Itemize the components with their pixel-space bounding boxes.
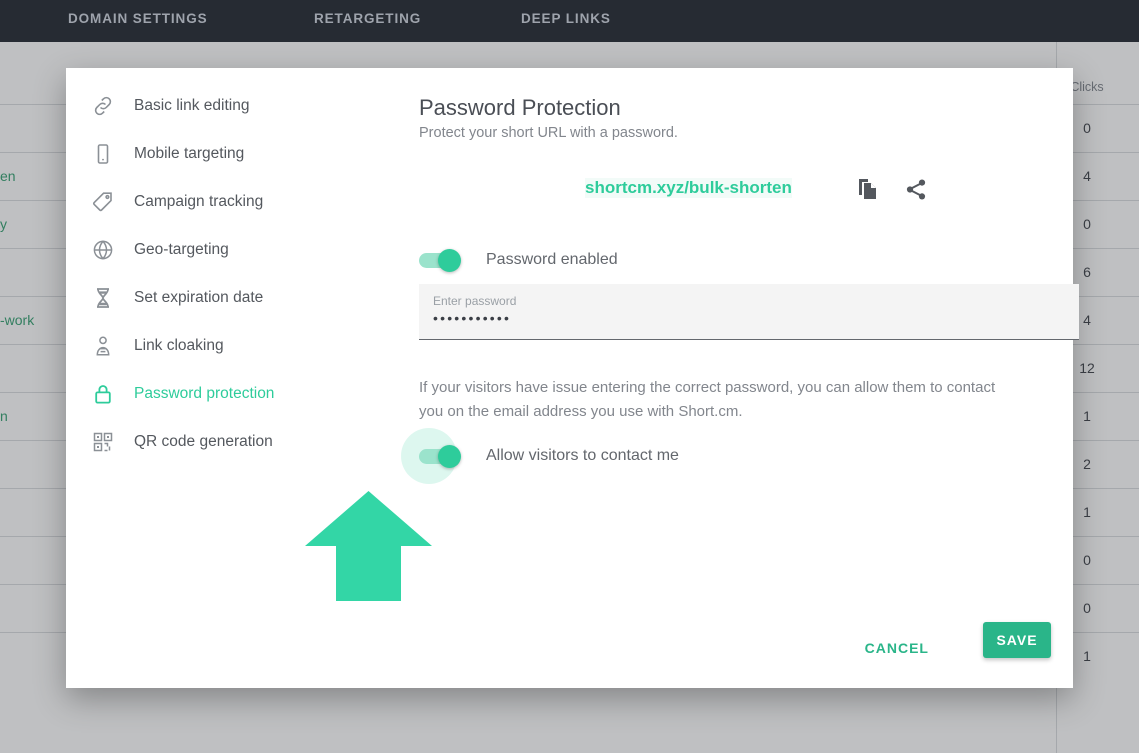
top-navigation-bar: DOMAIN SETTINGS RETARGETING DEEP LINKS [0, 0, 1139, 42]
page-subtitle: Protect your short URL with a password. [419, 125, 678, 141]
sidebar-item-label: Mobile targeting [134, 145, 244, 163]
link-icon [90, 93, 116, 119]
sidebar-item-password-protection[interactable]: Password protection [90, 370, 345, 418]
sidebar-item-geo-targeting[interactable]: Geo-targeting [90, 226, 345, 274]
tag-icon [90, 189, 116, 215]
modal-main-pane: Password Protection Protect your short U… [351, 68, 1073, 688]
modal-footer: CANCEL SAVE [351, 610, 1073, 688]
password-input-field[interactable]: Enter password ••••••••••• [419, 284, 1079, 340]
sidebar-item-label: Geo-targeting [134, 241, 229, 259]
sidebar-item-campaign-tracking[interactable]: Campaign tracking [90, 178, 345, 226]
nav-tab-2[interactable]: DEEP LINKS [521, 11, 611, 26]
short-url-row: shortcm.xyz/bulk-shorten [419, 172, 1079, 212]
lock-icon [90, 381, 116, 407]
sidebar-item-label: Basic link editing [134, 97, 249, 115]
share-icon[interactable] [901, 174, 931, 204]
copy-icon[interactable] [853, 174, 883, 204]
contact-toggle-row: Allow visitors to contact me [419, 436, 679, 476]
save-button[interactable]: SAVE [983, 622, 1051, 658]
toggle-knob [438, 445, 461, 468]
password-enabled-toggle-row: Password enabled [419, 240, 618, 280]
sidebar-item-label: Password protection [134, 385, 274, 403]
allow-contact-label: Allow visitors to contact me [486, 447, 679, 465]
cloak-icon [90, 333, 116, 359]
sidebar-item-qr-code-generation[interactable]: QR code generation [90, 418, 345, 466]
contact-help-text: If your visitors have issue entering the… [419, 376, 999, 424]
page-title: Password Protection [419, 95, 621, 121]
password-enabled-label: Password enabled [486, 251, 618, 269]
sidebar-item-basic-link-editing[interactable]: Basic link editing [90, 82, 345, 130]
toggle-knob [438, 249, 461, 272]
nav-tab-0[interactable]: DOMAIN SETTINGS [68, 11, 208, 26]
sidebar-item-label: Campaign tracking [134, 193, 263, 211]
sidebar-item-mobile-targeting[interactable]: Mobile targeting [90, 130, 345, 178]
sidebar-item-label: QR code generation [134, 433, 273, 451]
sidebar-item-label: Link cloaking [134, 337, 224, 355]
short-url-text[interactable]: shortcm.xyz/bulk-shorten [585, 178, 792, 198]
password-enabled-toggle[interactable] [419, 253, 459, 268]
sidebar-item-link-cloaking[interactable]: Link cloaking [90, 322, 345, 370]
sidebar-item-set-expiration-date[interactable]: Set expiration date [90, 274, 345, 322]
qr-icon [90, 429, 116, 455]
password-field-value: ••••••••••• [433, 310, 511, 326]
globe-icon [90, 237, 116, 263]
password-field-label: Enter password [433, 294, 516, 308]
nav-tab-1[interactable]: RETARGETING [314, 11, 421, 26]
sidebar-item-label: Set expiration date [134, 289, 263, 307]
allow-contact-toggle[interactable] [419, 449, 459, 464]
up-arrow-annotation [305, 491, 432, 601]
mobile-icon [90, 141, 116, 167]
hourglass-icon [90, 285, 116, 311]
cancel-button[interactable]: CANCEL [855, 630, 939, 666]
link-settings-modal: Basic link editing Mobile targeting Campai… [66, 68, 1073, 688]
